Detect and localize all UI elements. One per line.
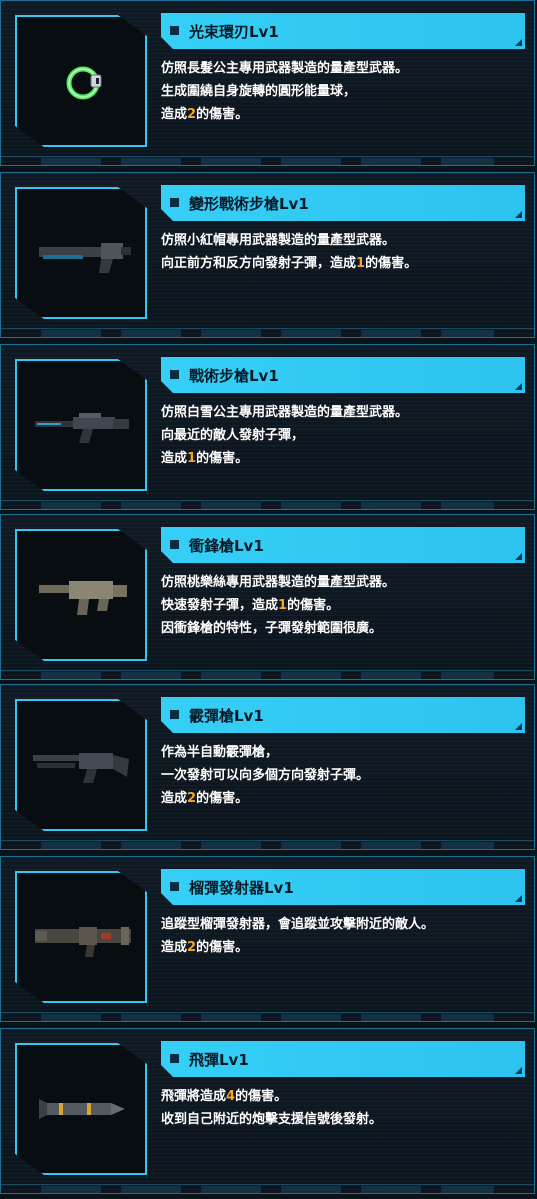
- description-line: 仿照桃樂絲專用武器製造的量產型武器。: [161, 575, 396, 590]
- title-corner-icon: [515, 1067, 522, 1074]
- description-line: 收到自己附近的炮擊支援信號後發射。: [161, 1112, 383, 1127]
- weapon-icon-frame: [15, 15, 147, 147]
- description-line: 仿照白雪公主專用武器製造的量產型武器。: [161, 405, 409, 420]
- tactical-rifle-icon: [35, 413, 129, 443]
- weapon-list: 光束環刃Lv1 仿照長髮公主專用武器製造的量產型武器。 生成圍繞自身旋轉的圓形能…: [0, 0, 537, 1199]
- missile-icon: [39, 1099, 125, 1119]
- description-line: 仿照長髮公主專用武器製造的量產型武器。: [161, 61, 409, 76]
- weapon-title-bar: 飛彈Lv1: [161, 1041, 525, 1077]
- weapon-description: 仿照小紅帽專用武器製造的量產型武器。 向正前方和反方向發射子彈，造成1的傷害。: [161, 229, 521, 275]
- weapon-icon-frame: [15, 187, 147, 319]
- description-line: 仿照小紅帽專用武器製造的量產型武器。: [161, 233, 396, 248]
- weapon-name: 光束環刃Lv1: [189, 23, 279, 41]
- weapon-title-bar: 衝鋒槍Lv1: [161, 527, 525, 563]
- damage-value: 2: [187, 940, 197, 955]
- description-line: 因衝鋒槍的特性，子彈發射範圍很廣。: [161, 621, 383, 636]
- description-line: 造成2的傷害。: [161, 107, 249, 122]
- damage-value: 1: [278, 598, 288, 613]
- weapon-description: 仿照桃樂絲專用武器製造的量產型武器。 快速發射子彈，造成1的傷害。 因衝鋒槍的特…: [161, 571, 521, 640]
- shotgun-icon: [33, 753, 129, 783]
- submachine-gun-icon: [39, 581, 127, 615]
- title-corner-icon: [515, 39, 522, 46]
- weapon-card-transform-tactical-rifle[interactable]: 變形戰術步槍Lv1 仿照小紅帽專用武器製造的量產型武器。 向正前方和反方向發射子…: [0, 172, 535, 338]
- weapon-card-missile[interactable]: 飛彈Lv1 飛彈將造成4的傷害。 收到自己附近的炮擊支援信號後發射。: [0, 1028, 535, 1194]
- beam-ring-blade-icon: [66, 66, 102, 100]
- description-line: 造成2的傷害。: [161, 791, 249, 806]
- description-line: 快速發射子彈，造成1的傷害。: [161, 598, 340, 613]
- weapon-name: 衝鋒槍Lv1: [189, 537, 264, 555]
- weapon-title-bar: 戰術步槍Lv1: [161, 357, 525, 393]
- weapon-card-tactical-rifle[interactable]: 戰術步槍Lv1 仿照白雪公主專用武器製造的量產型武器。 向最近的敵人發射子彈， …: [0, 344, 535, 510]
- weapon-card-beam-ring-blade[interactable]: 光束環刃Lv1 仿照長髮公主專用武器製造的量產型武器。 生成圍繞自身旋轉的圓形能…: [0, 0, 535, 166]
- title-corner-icon: [515, 895, 522, 902]
- weapon-description: 追蹤型榴彈發射器，會追蹤並攻擊附近的敵人。 造成2的傷害。: [161, 913, 521, 959]
- weapon-icon-frame: [15, 871, 147, 1003]
- description-line: 飛彈將造成4的傷害。: [161, 1089, 288, 1104]
- weapon-name: 戰術步槍Lv1: [189, 367, 279, 385]
- description-line: 造成2的傷害。: [161, 940, 249, 955]
- weapon-name: 霰彈槍Lv1: [189, 707, 264, 725]
- description-line: 生成圍繞自身旋轉的圓形能量球，: [161, 84, 357, 99]
- weapon-icon-frame: [15, 359, 147, 491]
- weapon-name: 變形戰術步槍Lv1: [189, 195, 309, 213]
- weapon-name: 飛彈Lv1: [189, 1051, 249, 1069]
- title-square-icon: [170, 370, 179, 379]
- damage-value: 1: [356, 256, 366, 271]
- damage-value: 2: [187, 107, 197, 122]
- title-corner-icon: [515, 723, 522, 730]
- weapon-title-bar: 榴彈發射器Lv1: [161, 869, 525, 905]
- description-line: 向正前方和反方向發射子彈，造成1的傷害。: [161, 256, 418, 271]
- title-square-icon: [170, 540, 179, 549]
- weapon-title-bar: 變形戰術步槍Lv1: [161, 185, 525, 221]
- weapon-description: 飛彈將造成4的傷害。 收到自己附近的炮擊支援信號後發射。: [161, 1085, 521, 1131]
- weapon-icon-frame: [15, 529, 147, 661]
- weapon-name: 榴彈發射器Lv1: [189, 879, 294, 897]
- damage-value: 4: [226, 1089, 236, 1104]
- description-line: 作為半自動霰彈槍，: [161, 745, 279, 760]
- weapon-card-submachine-gun[interactable]: 衝鋒槍Lv1 仿照桃樂絲專用武器製造的量產型武器。 快速發射子彈，造成1的傷害。…: [0, 514, 535, 680]
- title-corner-icon: [515, 383, 522, 390]
- description-line: 追蹤型榴彈發射器，會追蹤並攻擊附近的敵人。: [161, 917, 435, 932]
- title-square-icon: [170, 882, 179, 891]
- weapon-card-grenade-launcher[interactable]: 榴彈發射器Lv1 追蹤型榴彈發射器，會追蹤並攻擊附近的敵人。 造成2的傷害。: [0, 856, 535, 1022]
- grenade-launcher-icon: [35, 927, 131, 957]
- weapon-description: 仿照長髮公主專用武器製造的量產型武器。 生成圍繞自身旋轉的圓形能量球， 造成2的…: [161, 57, 521, 126]
- title-square-icon: [170, 26, 179, 35]
- title-corner-icon: [515, 211, 522, 218]
- description-line: 造成1的傷害。: [161, 451, 249, 466]
- weapon-title-bar: 光束環刃Lv1: [161, 13, 525, 49]
- description-line: 一次發射可以向多個方向發射子彈。: [161, 768, 370, 783]
- title-corner-icon: [515, 553, 522, 560]
- damage-value: 2: [187, 791, 197, 806]
- title-square-icon: [170, 198, 179, 207]
- weapon-title-bar: 霰彈槍Lv1: [161, 697, 525, 733]
- damage-value: 1: [187, 451, 197, 466]
- weapon-icon-frame: [15, 699, 147, 831]
- title-square-icon: [170, 1054, 179, 1063]
- weapon-icon-frame: [15, 1043, 147, 1175]
- weapon-card-shotgun[interactable]: 霰彈槍Lv1 作為半自動霰彈槍， 一次發射可以向多個方向發射子彈。 造成2的傷害…: [0, 684, 535, 850]
- title-square-icon: [170, 710, 179, 719]
- description-line: 向最近的敵人發射子彈，: [161, 428, 305, 443]
- weapon-description: 作為半自動霰彈槍， 一次發射可以向多個方向發射子彈。 造成2的傷害。: [161, 741, 521, 810]
- transform-tactical-rifle-icon: [39, 243, 131, 273]
- weapon-description: 仿照白雪公主專用武器製造的量產型武器。 向最近的敵人發射子彈， 造成1的傷害。: [161, 401, 521, 470]
